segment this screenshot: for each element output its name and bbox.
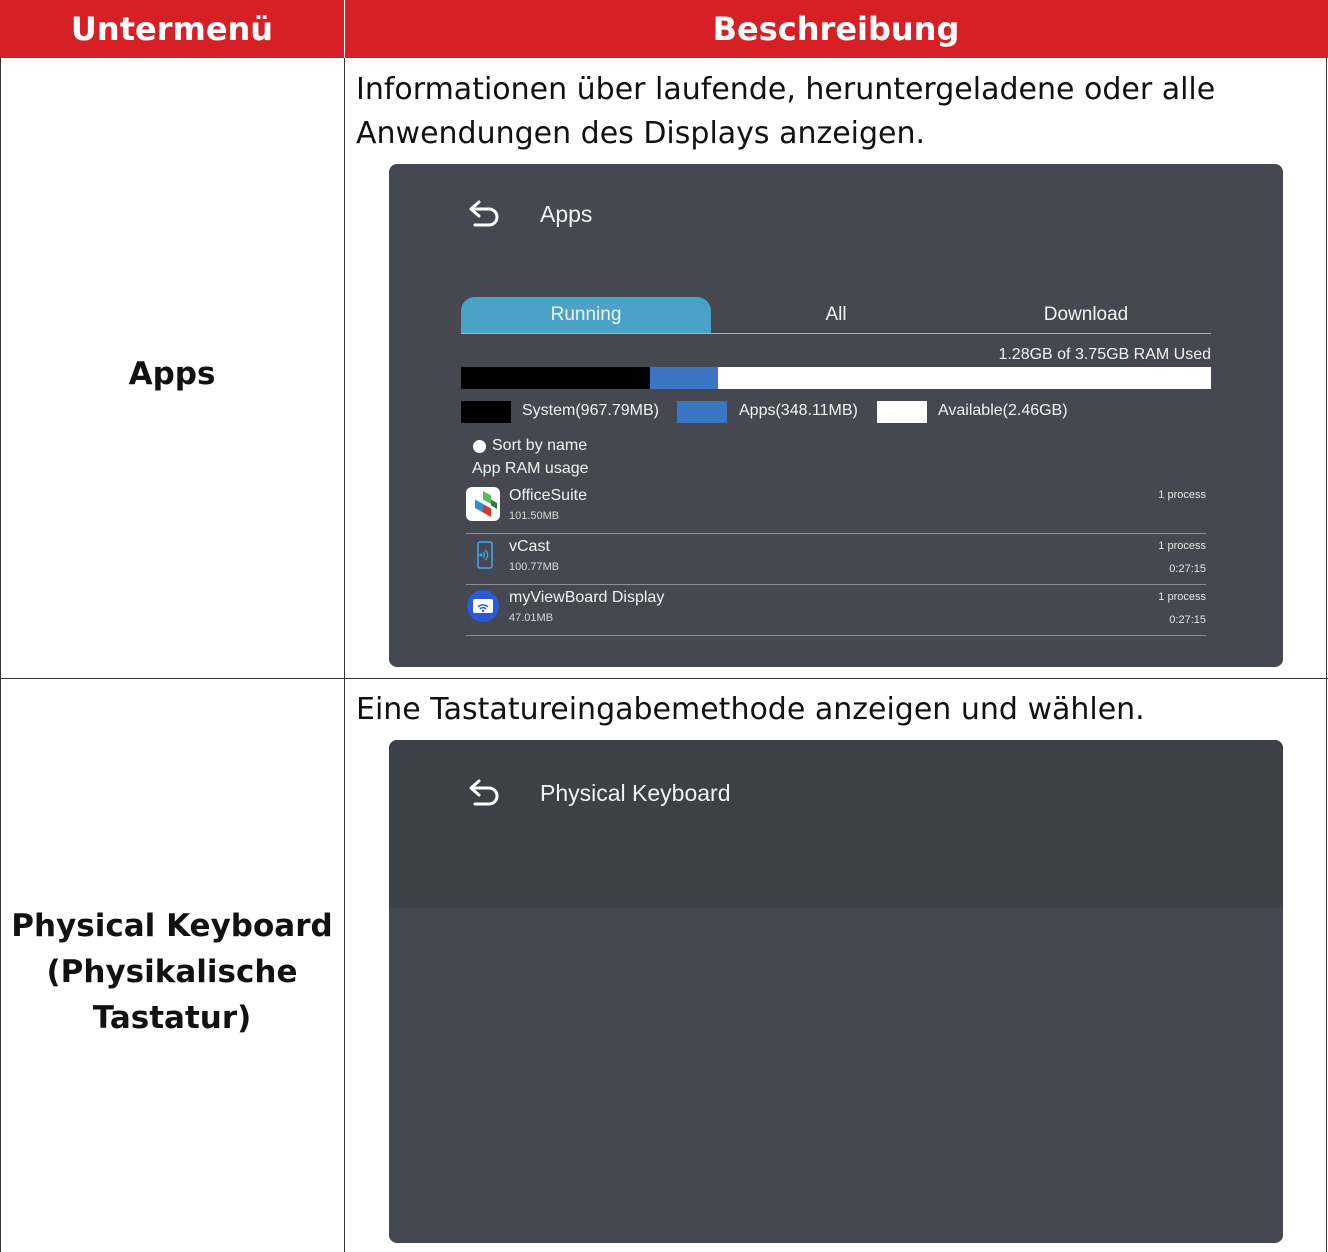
- apps-screenshot: Apps Running All Download 1.28GB of 3.75…: [389, 164, 1283, 667]
- app-run-time: 0:27:15: [1169, 563, 1206, 575]
- app-run-time: 0:27:15: [1169, 614, 1206, 626]
- app-name: myViewBoard Display: [509, 589, 665, 606]
- legend-swatch-apps: [677, 401, 727, 423]
- tab-download[interactable]: Download: [961, 297, 1211, 333]
- ram-used-text: 1.28GB of 3.75GB RAM Used: [998, 346, 1211, 363]
- radio-dot-icon: [473, 439, 486, 453]
- back-arrow-icon[interactable]: [467, 199, 503, 229]
- column-header-description: Beschreibung: [344, 0, 1328, 58]
- app-process-count: 1 process: [1158, 489, 1206, 501]
- app-process-count: 1 process: [1158, 540, 1206, 552]
- table-border-left: [0, 58, 1, 1252]
- legend-apps: Apps(348.11MB): [739, 402, 858, 419]
- settings-table: Untermenü Beschreibung Apps Informatione…: [0, 0, 1328, 1252]
- app-size: 100.77MB: [509, 561, 560, 573]
- row-label-line: Tastatur): [92, 1000, 252, 1036]
- legend-swatch-available: [877, 401, 927, 423]
- tab-running[interactable]: Running: [461, 297, 711, 333]
- legend-system: System(967.79MB): [522, 402, 659, 419]
- app-row-officesuite[interactable]: OfficeSuite 101.50MB 1 process: [466, 484, 1206, 534]
- screen-title: Physical Keyboard: [540, 780, 731, 806]
- app-size: 101.50MB: [509, 510, 560, 522]
- row-label-physical-keyboard: Physical Keyboard (Physikalische Tastatu…: [0, 903, 344, 1041]
- row-description-physical-keyboard: Eine Tastatureingabemethode anzeigen und…: [356, 692, 1145, 727]
- sort-label: Sort by name: [492, 437, 588, 454]
- screen-title: Apps: [540, 201, 593, 227]
- app-process-count: 1 process: [1158, 591, 1206, 603]
- myviewboard-display-icon: [467, 590, 499, 622]
- legend-swatch-system: [461, 401, 511, 423]
- officesuite-icon: [466, 487, 500, 521]
- row-divider: [0, 678, 1328, 679]
- table-border-right: [1326, 58, 1327, 1252]
- column-divider: [344, 58, 345, 1252]
- row-description-apps: Informationen über laufende, heruntergel…: [356, 72, 1216, 151]
- ram-usage-bar: [461, 367, 1211, 389]
- row-label-line: Physical Keyboard: [11, 908, 333, 944]
- ram-bar-system: [461, 367, 650, 389]
- ram-bar-apps: [650, 367, 718, 389]
- header-divider: [344, 0, 345, 58]
- tab-all[interactable]: All: [711, 297, 961, 333]
- back-arrow-icon[interactable]: [467, 778, 503, 808]
- app-ram-usage-label: App RAM usage: [472, 460, 589, 477]
- screen-header-area: [389, 740, 1283, 908]
- app-row-myviewboard-display[interactable]: myViewBoard Display 47.01MB 1 process 0:…: [466, 586, 1206, 636]
- vcast-icon: [477, 541, 493, 569]
- sort-by-name-option[interactable]: Sort by name: [473, 437, 587, 455]
- column-header-submenu: Untermenü: [0, 0, 344, 58]
- app-row-vcast[interactable]: vCast 100.77MB 1 process 0:27:15: [466, 535, 1206, 585]
- app-name: OfficeSuite: [509, 487, 587, 504]
- app-name: vCast: [509, 538, 550, 555]
- app-size: 47.01MB: [509, 612, 554, 624]
- row-label-line: (Physikalische: [46, 954, 298, 990]
- row-label-apps: Apps: [128, 356, 216, 392]
- tab-bar: Running All Download: [461, 297, 1211, 334]
- legend-available: Available(2.46GB): [938, 402, 1068, 419]
- physical-keyboard-screenshot: Physical Keyboard: [389, 740, 1283, 1243]
